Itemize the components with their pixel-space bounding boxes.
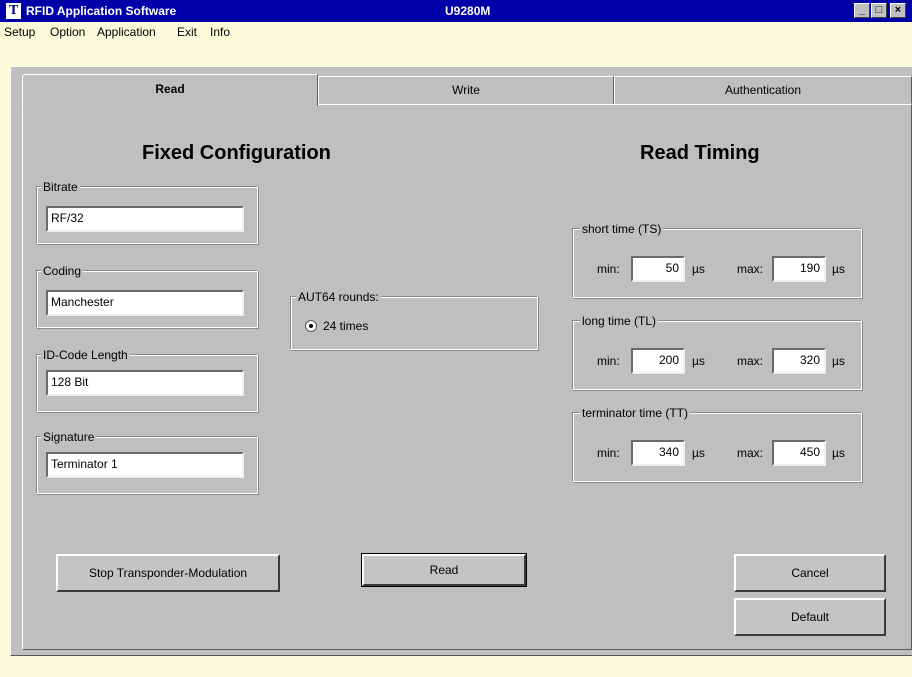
aut64-label: AUT64 rounds: — [296, 290, 381, 304]
coding-field[interactable]: Manchester — [46, 290, 244, 316]
window-title: RFID Application Software — [26, 4, 177, 18]
read-button[interactable]: Read — [361, 553, 527, 587]
short-max-unit: µs — [832, 262, 845, 276]
aut64-radio[interactable] — [305, 320, 317, 332]
terminator-min-unit: µs — [692, 446, 705, 460]
long-time-label: long time (TL) — [580, 314, 659, 328]
menu-exit[interactable]: Exit — [177, 25, 197, 39]
bitrate-field[interactable]: RF/32 — [46, 206, 244, 232]
long-min-label: min: — [597, 354, 620, 368]
long-max-field[interactable]: 320 — [772, 348, 826, 374]
id-code-length-label: ID-Code Length — [41, 348, 130, 362]
tab-authentication[interactable]: Authentication — [614, 76, 912, 104]
menu-bar: Setup Option Application Exit Info — [0, 22, 912, 42]
long-min-field[interactable]: 200 — [631, 348, 685, 374]
short-min-label: min: — [597, 262, 620, 276]
aut64-option-label: 24 times — [323, 319, 369, 333]
cancel-button[interactable]: Cancel — [734, 554, 886, 592]
menu-option[interactable]: Option — [50, 25, 85, 39]
radio-selected-dot — [309, 324, 313, 328]
terminator-time-label: terminator time (TT) — [580, 406, 691, 420]
long-max-unit: µs — [832, 354, 845, 368]
tab-write[interactable]: Write — [318, 76, 614, 104]
long-min-unit: µs — [692, 354, 705, 368]
menu-info[interactable]: Info — [210, 25, 230, 39]
terminator-max-field[interactable]: 450 — [772, 440, 826, 466]
id-code-length-field[interactable]: 128 Bit — [46, 370, 244, 396]
menu-setup[interactable]: Setup — [4, 25, 35, 39]
menu-application[interactable]: Application — [97, 25, 156, 39]
app-icon: T — [6, 3, 21, 19]
terminator-max-unit: µs — [832, 446, 845, 460]
terminator-min-field[interactable]: 340 — [631, 440, 685, 466]
long-max-label: max: — [737, 354, 764, 368]
default-button[interactable]: Default — [734, 598, 886, 636]
signature-label: Signature — [41, 430, 97, 444]
window-subtitle: U9280M — [445, 4, 491, 18]
stop-transponder-modulation-button[interactable]: Stop Transponder-Modulation — [56, 554, 280, 592]
short-max-label: max: — [737, 262, 764, 276]
title-bar[interactable]: T RFID Application Software U9280M _ □ × — [0, 0, 912, 22]
short-min-field[interactable]: 50 — [631, 256, 685, 282]
minimize-icon[interactable]: _ — [854, 3, 870, 18]
terminator-min-label: min: — [597, 446, 620, 460]
fixed-configuration-heading: Fixed Configuration — [142, 142, 331, 164]
short-time-label: short time (TS) — [580, 222, 664, 236]
close-icon[interactable]: × — [890, 3, 906, 18]
maximize-icon[interactable]: □ — [871, 3, 887, 18]
coding-label: Coding — [41, 264, 84, 278]
read-timing-heading: Read Timing — [640, 142, 760, 164]
short-max-field[interactable]: 190 — [772, 256, 826, 282]
short-min-unit: µs — [692, 262, 705, 276]
signature-field[interactable]: Terminator 1 — [46, 452, 244, 478]
bitrate-label: Bitrate — [41, 180, 80, 194]
tab-read[interactable]: Read — [22, 74, 318, 106]
terminator-max-label: max: — [737, 446, 764, 460]
